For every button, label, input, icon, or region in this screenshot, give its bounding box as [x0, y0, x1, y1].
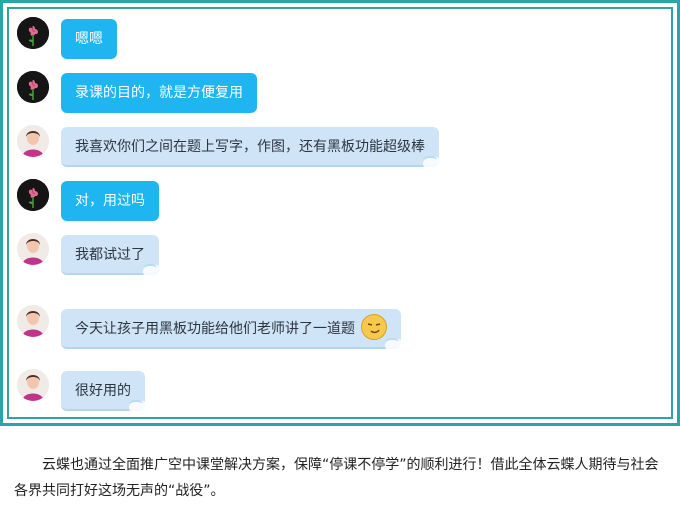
avatar-rose [17, 71, 49, 103]
message-bubble: 嗯嗯 [61, 19, 117, 59]
message-bubble: 我喜欢你们之间在题上写字，作图，还有黑板功能超级棒 [61, 127, 445, 169]
smirk-face-icon [361, 314, 388, 340]
message-text: 很好用的 [75, 383, 131, 399]
avatar-woman [17, 305, 49, 337]
avatar-woman [17, 125, 49, 157]
smirk-face-icon-svg [368, 323, 381, 334]
message-text: 今天让孩子用黑板功能给他们老师讲了一道题 [75, 321, 355, 337]
message-bubble: 很好用的 [61, 371, 151, 413]
woman-avatar-icon [17, 125, 49, 157]
message-text: 我喜欢你们之间在题上写字，作图，还有黑板功能超级棒 [75, 139, 425, 155]
chat-screenshot-frame: 嗯嗯 录课的目的，就是方便复用 我喜欢你们之间在题上写字，作图，还有黑板功能超级… [0, 0, 680, 426]
woman-avatar-icon [17, 305, 49, 337]
message-bubble: 录课的目的，就是方便复用 [61, 73, 257, 113]
message-bubble: 今天让孩子用黑板功能给他们老师讲了一道题 [61, 309, 408, 351]
rose-avatar-icon [17, 71, 49, 103]
woman-avatar-icon [17, 369, 49, 401]
message-text: 我都试过了 [75, 247, 145, 263]
avatar-rose [17, 17, 49, 49]
avatar-woman [17, 233, 49, 265]
message-text: 嗯嗯 [75, 31, 103, 47]
woman-avatar-icon [17, 233, 49, 265]
rose-avatar-icon [17, 17, 49, 49]
avatar-rose [17, 179, 49, 211]
message-text: 录课的目的，就是方便复用 [75, 85, 243, 101]
rose-avatar-icon [17, 179, 49, 211]
avatar-woman [17, 369, 49, 401]
message-bubble: 对，用过吗 [61, 181, 159, 221]
message-bubble: 我都试过了 [61, 235, 165, 277]
article-paragraph: 云蝶也通过全面推广空中课堂解决方案，保障“停课不停学”的顺利进行！借此全体云蝶人… [14, 457, 659, 499]
message-text: 对，用过吗 [75, 193, 145, 209]
